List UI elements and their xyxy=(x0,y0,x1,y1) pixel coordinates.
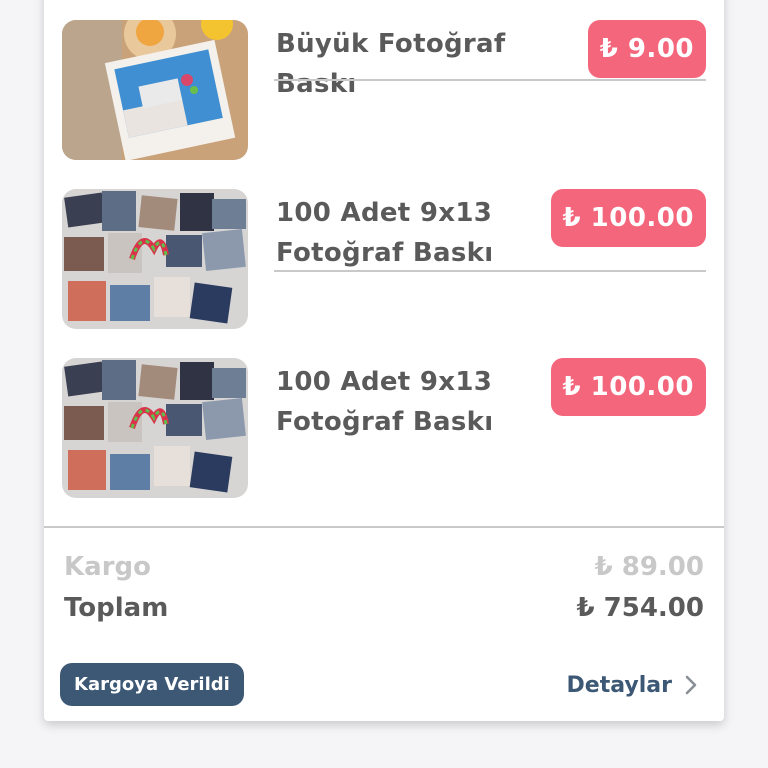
total-row: Toplam ₺ 754.00 xyxy=(64,590,704,626)
order-item[interactable]: 100 Adet 9x13 Fotoğraf Baskı ₺ 100.00 xyxy=(62,358,706,498)
details-label: Detaylar xyxy=(566,672,672,698)
price-badge: ₺ 100.00 xyxy=(550,358,706,416)
order-item[interactable]: Büyük Fotoğraf Baskı ₺ 9.00 xyxy=(62,20,706,160)
item-title: 100 Adet 9x13 Fotoğraf Baskı xyxy=(276,367,494,437)
product-image xyxy=(62,20,248,160)
order-item[interactable]: 100 Adet 9x13 Fotoğraf Baskı ₺ 100.00 xyxy=(62,189,706,329)
price-badge: ₺ 100.00 xyxy=(550,189,706,247)
product-image xyxy=(62,358,248,498)
product-image xyxy=(62,189,248,329)
total-value: ₺ 754.00 xyxy=(576,593,704,623)
order-card: Büyük Fotoğraf Baskı ₺ 9.00 100 Adet 9x1… xyxy=(44,0,724,721)
divider xyxy=(274,79,706,81)
total-label: Toplam xyxy=(64,593,169,623)
shipping-row: Kargo ₺ 89.00 xyxy=(64,549,704,585)
shipping-value: ₺ 89.00 xyxy=(594,552,704,582)
shipping-label: Kargo xyxy=(64,552,151,582)
summary-divider xyxy=(44,526,724,528)
chevron-right-icon xyxy=(684,674,698,696)
status-badge: Kargoya Verildi xyxy=(60,663,244,706)
divider xyxy=(274,270,706,272)
price-badge: ₺ 9.00 xyxy=(587,20,706,78)
item-title: Büyük Fotoğraf Baskı xyxy=(276,29,506,99)
details-link[interactable]: Detaylar xyxy=(567,666,698,704)
item-title: 100 Adet 9x13 Fotoğraf Baskı xyxy=(276,198,494,268)
